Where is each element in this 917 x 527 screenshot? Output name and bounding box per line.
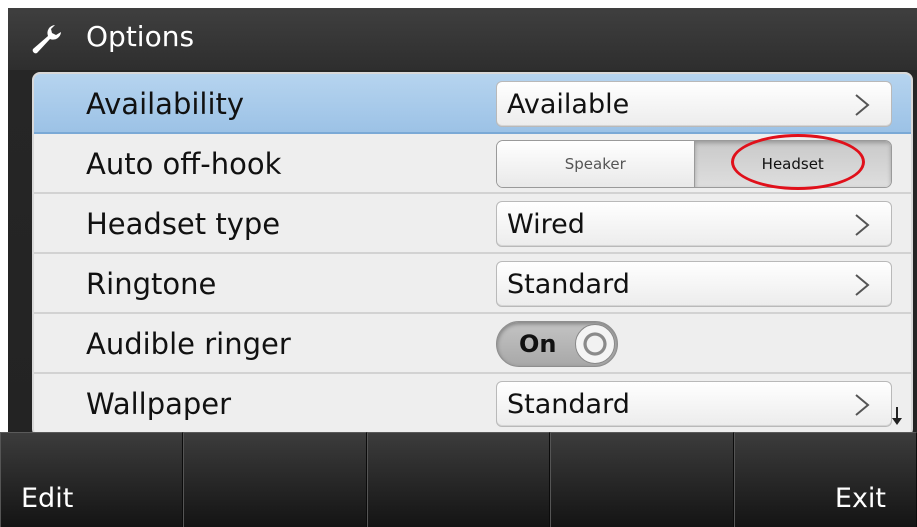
wallpaper-label: Wallpaper [86, 387, 232, 421]
audible-ringer-label: Audible ringer [86, 327, 291, 361]
scroll-down-arrow-icon [892, 407, 902, 425]
wallpaper-value: Standard [507, 389, 630, 420]
softkey-exit-label: Exit [834, 483, 887, 514]
ringtone-select[interactable]: Standard [496, 261, 892, 307]
switch-knob[interactable] [575, 324, 615, 364]
chevron-right-icon [855, 214, 870, 236]
page-title: Options [86, 20, 195, 53]
ringtone-value: Standard [507, 269, 630, 300]
softkey-4[interactable] [550, 432, 734, 527]
availability-label: Availability [86, 87, 245, 121]
availability-select[interactable]: Available [496, 81, 892, 127]
softkey-3[interactable] [366, 432, 551, 527]
list-item-availability[interactable]: Availability Available [34, 74, 911, 134]
headset-option-button[interactable]: Headset [693, 141, 891, 187]
softkey-bar: Edit Exit [0, 432, 917, 527]
softkey-2[interactable] [183, 432, 367, 527]
list-item-wallpaper[interactable]: Wallpaper Standard [34, 374, 911, 434]
chevron-right-icon [855, 274, 870, 296]
list-item-auto-off-hook: Auto off-hook Speaker Headset [34, 134, 911, 194]
title-bar: Options [8, 8, 917, 70]
softkey-edit-label: Edit [21, 483, 74, 514]
softkey-exit[interactable]: Exit [733, 432, 917, 527]
options-list: Availability Available Auto off-hook Spe… [32, 72, 913, 437]
audible-ringer-switch[interactable]: On [496, 321, 618, 367]
ringtone-label: Ringtone [86, 267, 217, 301]
availability-value: Available [507, 89, 630, 120]
list-item-headset-type[interactable]: Headset type Wired [34, 194, 911, 254]
list-item-audible-ringer: Audible ringer On [34, 314, 911, 374]
chevron-right-icon [855, 394, 870, 416]
headset-type-value: Wired [507, 209, 585, 240]
list-item-ringtone[interactable]: Ringtone Standard [34, 254, 911, 314]
chevron-right-icon [855, 94, 870, 116]
auto-off-hook-label: Auto off-hook [86, 147, 282, 181]
headset-type-label: Headset type [86, 207, 281, 241]
headset-type-select[interactable]: Wired [496, 201, 892, 247]
wallpaper-select[interactable]: Standard [496, 381, 902, 427]
softkey-edit[interactable]: Edit [0, 432, 184, 527]
switch-state-label: On [519, 330, 557, 358]
wrench-icon [32, 25, 61, 54]
speaker-option-button[interactable]: Speaker [497, 141, 694, 187]
auto-off-hook-toggle[interactable]: Speaker Headset [496, 140, 892, 188]
